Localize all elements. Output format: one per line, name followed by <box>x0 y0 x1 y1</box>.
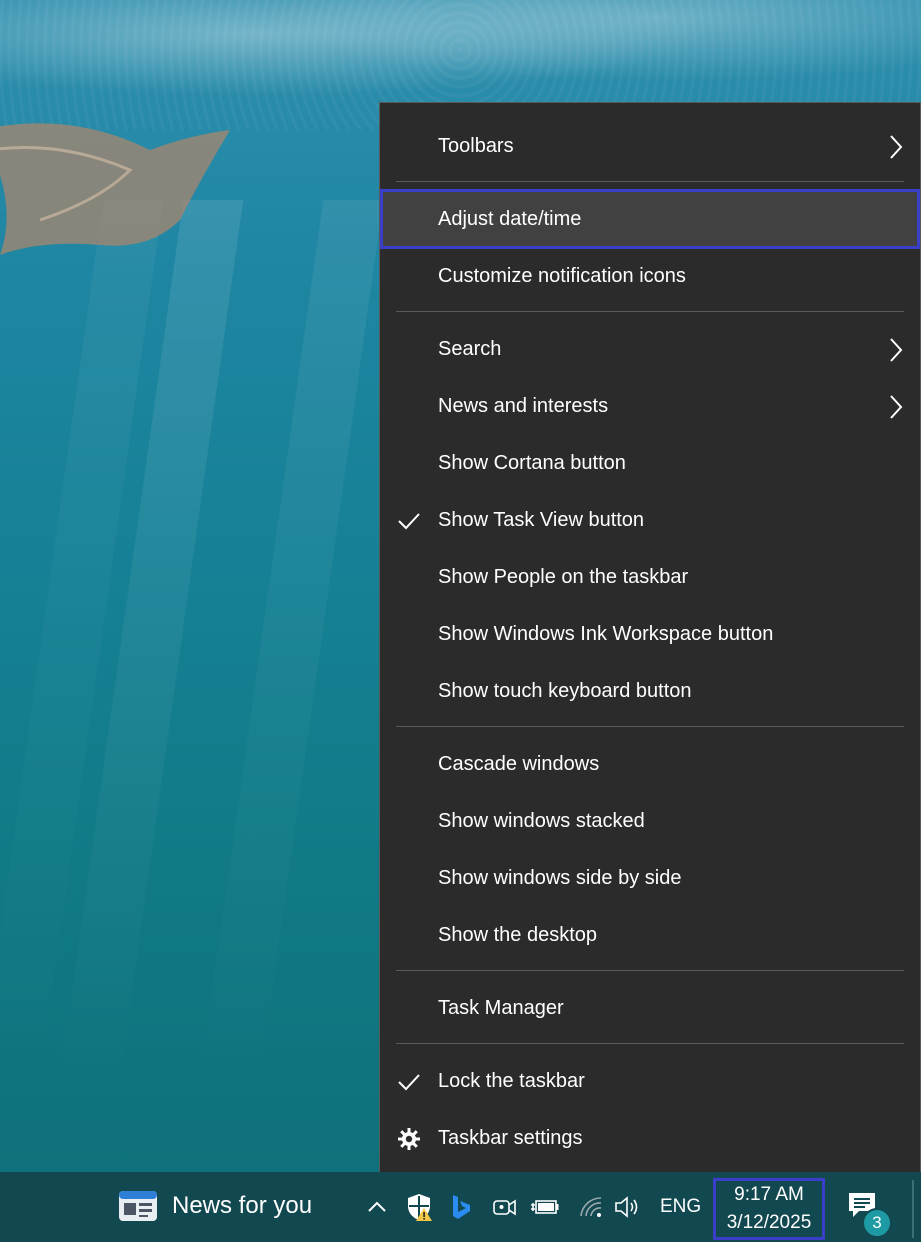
menu-item-label: Adjust date/time <box>438 207 582 230</box>
menu-item-label: Show windows side by side <box>438 867 682 889</box>
menu-item-label: Customize notification icons <box>438 265 686 287</box>
chevron-up-icon[interactable] <box>362 1192 392 1222</box>
clock-date: 3/12/2025 <box>726 1212 812 1233</box>
menu-item-label: Show Windows Ink Workspace button <box>438 623 774 645</box>
notification-count-badge: 3 <box>862 1208 892 1238</box>
menu-item-taskbar-settings[interactable]: Taskbar settings <box>380 1110 920 1167</box>
menu-separator <box>396 970 904 971</box>
news-widget-icon <box>119 1191 157 1221</box>
menu-item-label: Toolbars <box>438 135 514 157</box>
menu-item-show-touch-keyboard-button[interactable]: Show touch keyboard button <box>380 663 920 720</box>
menu-item-label: Lock the taskbar <box>438 1070 585 1092</box>
menu-item-lock-the-taskbar[interactable]: Lock the taskbar <box>380 1053 920 1110</box>
clock-time: 9:17 AM <box>734 1184 804 1205</box>
menu-separator <box>396 726 904 727</box>
menu-item-label: Task Manager <box>438 997 564 1019</box>
menu-item-label: Show Task View button <box>438 509 645 531</box>
menu-separator <box>396 311 904 312</box>
battery-icon[interactable] <box>530 1192 560 1222</box>
menu-item-label: Show touch keyboard button <box>438 680 692 702</box>
checkmark-icon <box>396 1069 422 1095</box>
menu-item-label: Show Cortana button <box>438 452 626 474</box>
menu-item-show-windows-ink-workspace-button[interactable]: Show Windows Ink Workspace button <box>380 606 920 663</box>
menu-item-cascade-windows[interactable]: Cascade windows <box>380 736 920 793</box>
menu-item-label: Show windows stacked <box>438 810 645 832</box>
menu-item-customize-notification-icons[interactable]: Customize notification icons <box>380 248 920 305</box>
menu-item-show-the-desktop[interactable]: Show the desktop <box>380 907 920 964</box>
input-language-indicator[interactable]: ENG <box>660 1196 701 1218</box>
chevron-right-icon <box>890 394 903 419</box>
menu-item-task-manager[interactable]: Task Manager <box>380 980 920 1037</box>
menu-item-show-task-view-button[interactable]: Show Task View button <box>380 492 920 549</box>
menu-item-adjust-date-time[interactable]: Adjust date/time <box>380 189 920 249</box>
wifi-icon[interactable] <box>576 1192 606 1222</box>
menu-separator <box>396 1043 904 1044</box>
menu-item-label: Search <box>438 338 502 360</box>
chevron-right-icon <box>890 337 903 362</box>
menu-item-show-cortana-button[interactable]: Show Cortana button <box>380 435 920 492</box>
news-widget-label: News for you <box>172 1192 313 1219</box>
chevron-right-icon <box>890 134 903 159</box>
menu-item-show-windows-side-by-side[interactable]: Show windows side by side <box>380 850 920 907</box>
menu-item-label: Show the desktop <box>438 924 597 946</box>
menu-item-search[interactable]: Search <box>380 321 920 378</box>
volume-icon[interactable] <box>612 1192 642 1222</box>
menu-item-toolbars[interactable]: Toolbars <box>380 118 920 175</box>
menu-item-label: Taskbar settings <box>438 1127 583 1149</box>
wallpaper-fin-shape <box>0 123 230 255</box>
menu-item-show-windows-stacked[interactable]: Show windows stacked <box>380 793 920 850</box>
news-and-interests-widget[interactable]: News for you <box>118 1190 312 1222</box>
gear-icon <box>396 1126 422 1152</box>
show-desktop-edge[interactable] <box>912 1180 914 1238</box>
menu-item-label: Cascade windows <box>438 753 600 775</box>
menu-item-news-and-interests[interactable]: News and interests <box>380 378 920 435</box>
meet-now-icon[interactable] <box>489 1192 519 1222</box>
checkmark-icon <box>396 508 422 534</box>
taskbar-context-menu: Toolbars Adjust date/time Customize noti… <box>379 102 921 1178</box>
bing-icon[interactable] <box>446 1192 476 1222</box>
menu-separator <box>396 181 904 182</box>
menu-item-show-people-on-taskbar[interactable]: Show People on the taskbar <box>380 549 920 606</box>
taskbar-clock[interactable]: 9:17 AM 3/12/2025 <box>713 1178 825 1240</box>
taskbar: News for you ENG 9:17 AM 3/12/2025 3 <box>0 1172 921 1242</box>
security-shield-icon[interactable] <box>404 1192 434 1222</box>
menu-item-label: News and interests <box>438 395 609 417</box>
menu-item-label: Show People on the taskbar <box>438 566 689 588</box>
